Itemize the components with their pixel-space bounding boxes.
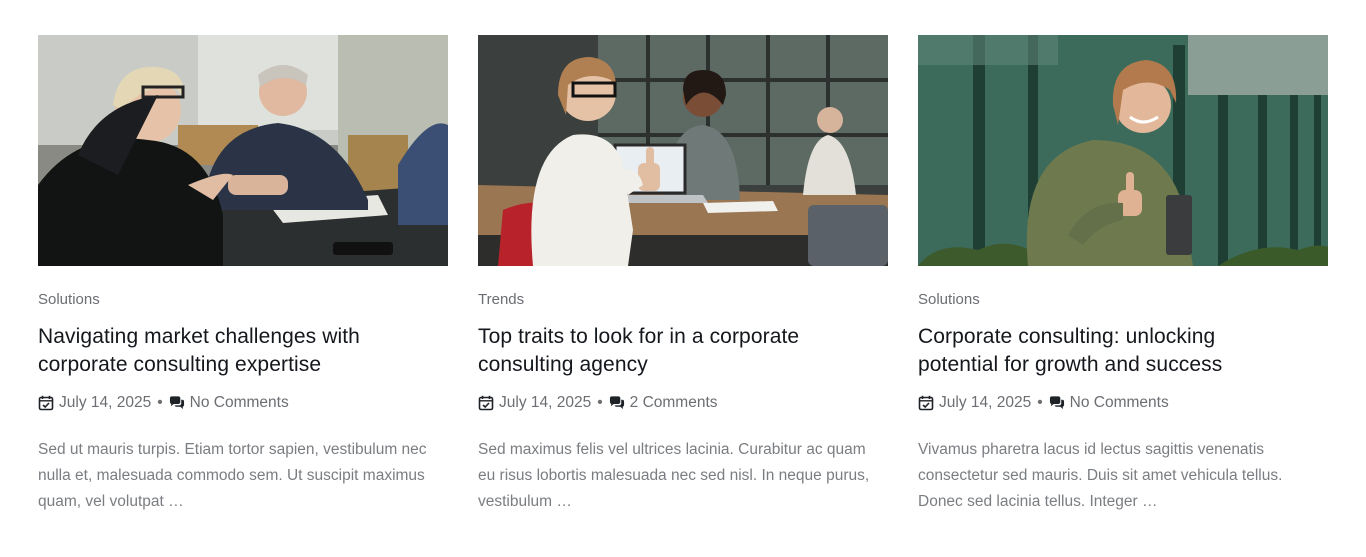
post-meta: July 14, 2025 • No Comments <box>38 393 448 413</box>
post-date: July 14, 2025 <box>499 394 592 411</box>
meta-separator: • <box>1037 394 1043 411</box>
post-excerpt: Sed ut mauris turpis. Etiam tortor sapie… <box>38 441 427 510</box>
post-comments-link[interactable]: No Comments <box>1070 393 1169 413</box>
post-title[interactable]: Corporate consulting: unlocking potentia… <box>918 323 1298 379</box>
meta-separator: • <box>157 394 163 411</box>
post-title[interactable]: Navigating market challenges with corpor… <box>38 323 418 379</box>
post-date: July 14, 2025 <box>939 394 1032 411</box>
post-excerpt: Vivamus pharetra lacus id lectus sagitti… <box>918 441 1283 510</box>
comments-icon <box>1049 395 1065 411</box>
post-thumbnail[interactable] <box>918 35 1328 266</box>
post-grid: Solutions Navigating market challenges w… <box>38 35 1328 531</box>
calendar-check-icon <box>478 395 494 411</box>
post-comments-link[interactable]: 2 Comments <box>630 393 718 413</box>
post-meta: July 14, 2025 • No Comments <box>918 393 1328 413</box>
comments-icon <box>609 395 625 411</box>
post-card: Trends Top traits to look for in a corpo… <box>478 35 888 531</box>
post-date: July 14, 2025 <box>59 394 152 411</box>
post-comments-link[interactable]: No Comments <box>190 393 289 413</box>
calendar-check-icon <box>38 395 54 411</box>
calendar-check-icon <box>918 395 934 411</box>
post-thumbnail[interactable] <box>478 35 888 266</box>
post-category[interactable]: Solutions <box>38 291 100 309</box>
post-card: Solutions Navigating market challenges w… <box>38 35 448 531</box>
post-meta: July 14, 2025 • 2 Comments <box>478 393 888 413</box>
post-card: Solutions Corporate consulting: unlockin… <box>918 35 1328 531</box>
meta-separator: • <box>597 394 603 411</box>
post-thumbnail[interactable] <box>38 35 448 266</box>
comments-icon <box>169 395 185 411</box>
post-title[interactable]: Top traits to look for in a corporate co… <box>478 323 858 379</box>
post-category[interactable]: Solutions <box>918 291 980 309</box>
post-excerpt: Sed maximus felis vel ultrices lacinia. … <box>478 441 870 510</box>
post-category[interactable]: Trends <box>478 291 524 309</box>
